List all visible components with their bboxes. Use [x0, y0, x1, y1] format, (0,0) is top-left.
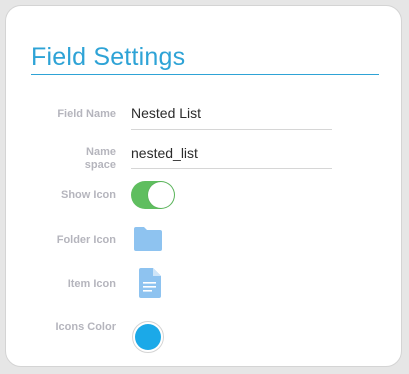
field-name-input[interactable]: Nested List — [131, 105, 201, 121]
panel-title: Field Settings — [31, 43, 186, 71]
namespace-label-text: Name space — [84, 146, 116, 171]
field-name-underline — [131, 129, 332, 130]
field-name-label: Field Name — [57, 108, 116, 120]
show-icon-label: Show Icon — [61, 189, 116, 201]
color-dot — [135, 324, 161, 350]
item-icon-label: Item Icon — [67, 278, 116, 290]
toggle-knob — [148, 182, 174, 208]
namespace-underline — [131, 168, 332, 169]
title-divider — [31, 74, 379, 75]
icons-color-label: Icons Color — [55, 321, 116, 333]
icons-color-picker[interactable] — [132, 321, 164, 353]
namespace-input[interactable]: nested_list — [131, 145, 198, 161]
field-settings-panel: Field Settings Field Name Nested List Na… — [5, 5, 402, 367]
document-icon[interactable] — [138, 267, 162, 304]
namespace-label: Name space — [66, 146, 116, 172]
show-icon-toggle[interactable] — [131, 181, 175, 209]
folder-icon-label: Folder Icon — [56, 234, 116, 246]
folder-icon[interactable] — [132, 225, 164, 258]
